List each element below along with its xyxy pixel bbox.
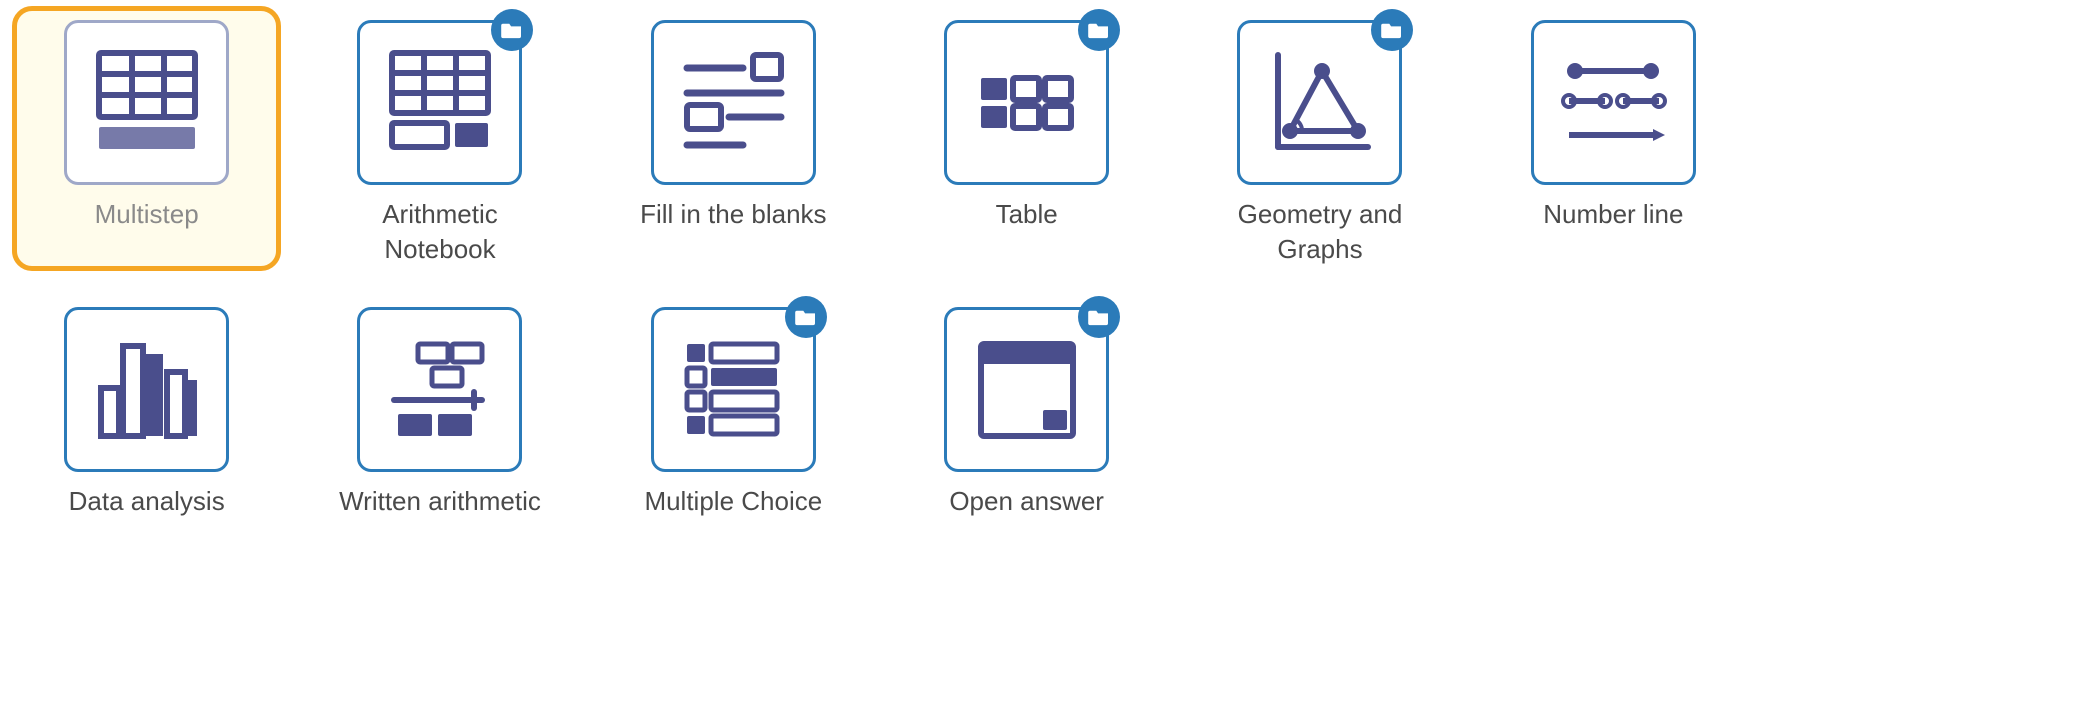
tile-open-answer[interactable]: Open answer [910,307,1143,519]
thumb-number-line [1531,20,1696,185]
tile-multiple-choice[interactable]: Multiple Choice [617,307,850,519]
tile-table[interactable]: Table [910,20,1143,267]
label-multistep: Multistep [95,197,199,232]
folder-badge-icon [785,296,827,338]
fill-blanks-icon [673,43,793,163]
open-answer-icon [967,330,1087,450]
number-line-icon [1553,43,1673,163]
thumb-open-answer [944,307,1109,472]
label-number-line: Number line [1543,197,1683,232]
thumb-multistep [64,20,229,185]
label-arithmetic-notebook: Arithmetic Notebook [325,197,555,267]
thumb-data-analysis [64,307,229,472]
question-type-grid: Multistep Arithmetic Notebook [30,20,1730,519]
label-geometry-graphs: Geometry and Graphs [1205,197,1435,267]
folder-badge-icon [1078,9,1120,51]
multiple-choice-icon [673,330,793,450]
label-data-analysis: Data analysis [69,484,225,519]
multistep-icon [87,43,207,163]
geometry-graphs-icon [1260,43,1380,163]
tile-geometry-graphs[interactable]: Geometry and Graphs [1203,20,1436,267]
folder-badge-icon [491,9,533,51]
folder-badge-icon [1371,9,1413,51]
thumb-multiple-choice [651,307,816,472]
tile-multistep[interactable]: Multistep [30,20,263,267]
label-open-answer: Open answer [949,484,1104,519]
thumb-geometry-graphs [1237,20,1402,185]
tile-number-line[interactable]: Number line [1497,20,1730,267]
table-icon [967,43,1087,163]
tile-written-arithmetic[interactable]: Written arithmetic [323,307,556,519]
label-fill-blanks: Fill in the blanks [640,197,826,232]
thumb-fill-blanks [651,20,816,185]
thumb-arithmetic-notebook [357,20,522,185]
arithmetic-notebook-icon [380,43,500,163]
thumb-table [944,20,1109,185]
tile-fill-blanks[interactable]: Fill in the blanks [617,20,850,267]
label-table: Table [996,197,1058,232]
folder-badge-icon [1078,296,1120,338]
written-arithmetic-icon [380,330,500,450]
tile-arithmetic-notebook[interactable]: Arithmetic Notebook [323,20,556,267]
label-written-arithmetic: Written arithmetic [339,484,541,519]
thumb-written-arithmetic [357,307,522,472]
label-multiple-choice: Multiple Choice [644,484,822,519]
tile-data-analysis[interactable]: Data analysis [30,307,263,519]
data-analysis-icon [87,330,207,450]
